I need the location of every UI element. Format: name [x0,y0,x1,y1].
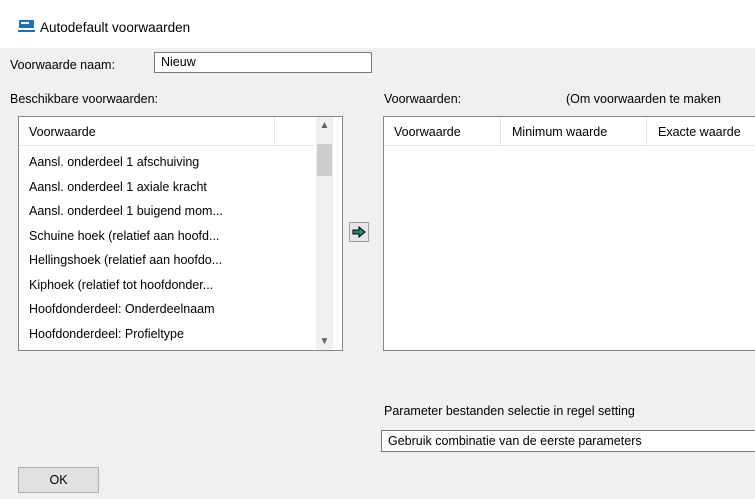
column-header-minimum[interactable]: Minimum waarde [512,125,607,139]
scroll-up-icon[interactable]: ▲ [316,117,333,134]
app-icon [18,19,35,33]
window-title: Autodefault voorwaarden [40,20,191,35]
parameter-selection-dropdown[interactable]: Gebruik combinatie van de eerste paramet… [381,430,755,452]
column-header-voorwaarde[interactable]: Voorwaarde [394,125,461,139]
conditions-label: Voorwaarden: [384,92,462,106]
column-header-voorwaarde[interactable]: Voorwaarde [29,125,96,139]
list-item[interactable]: Hellingshoek (relatief aan hoofdo... [19,248,315,273]
name-input[interactable]: Nieuw [154,52,372,73]
scroll-thumb[interactable] [317,144,332,176]
vertical-scrollbar[interactable]: ▲ ▼ [316,117,333,350]
list-item[interactable]: Schuine hoek (relatief aan hoofd... [19,224,315,249]
conditions-hint: (Om voorwaarden te maken [566,92,721,106]
column-divider[interactable] [274,117,275,145]
list-items: Aansl. onderdeel 1 afschuiving Aansl. on… [19,150,315,346]
name-label: Voorwaarde naam: [10,58,115,72]
available-conditions-list[interactable]: Voorwaarde Aansl. onderdeel 1 afschuivin… [18,116,343,351]
table-header: Voorwaarde Minimum waarde Exacte waarde [384,117,755,146]
list-item[interactable]: Aansl. onderdeel 1 axiale kracht [19,175,315,200]
ok-button[interactable]: OK [18,467,99,493]
add-condition-button[interactable] [349,222,369,242]
parameter-selection-label: Parameter bestanden selectie in regel se… [384,404,635,418]
list-item[interactable]: Hoofdonderdeel: Profieltype [19,322,315,347]
title-bar: Autodefault voorwaarden [0,0,755,48]
available-conditions-label: Beschikbare voorwaarden: [10,92,158,106]
column-header-exact[interactable]: Exacte waarde [658,125,741,139]
column-divider[interactable] [646,117,647,145]
column-divider[interactable] [500,117,501,145]
list-item[interactable]: Aansl. onderdeel 1 buigend mom... [19,199,315,224]
arrow-right-icon [352,226,366,238]
conditions-table[interactable]: Voorwaarde Minimum waarde Exacte waarde [383,116,755,351]
scroll-down-icon[interactable]: ▼ [316,333,333,350]
list-item[interactable]: Kiphoek (relatief tot hoofdonder... [19,273,315,298]
list-header[interactable]: Voorwaarde [19,117,315,146]
list-item[interactable]: Hoofdonderdeel: Onderdeelnaam [19,297,315,322]
list-item[interactable]: Aansl. onderdeel 1 afschuiving [19,150,315,175]
